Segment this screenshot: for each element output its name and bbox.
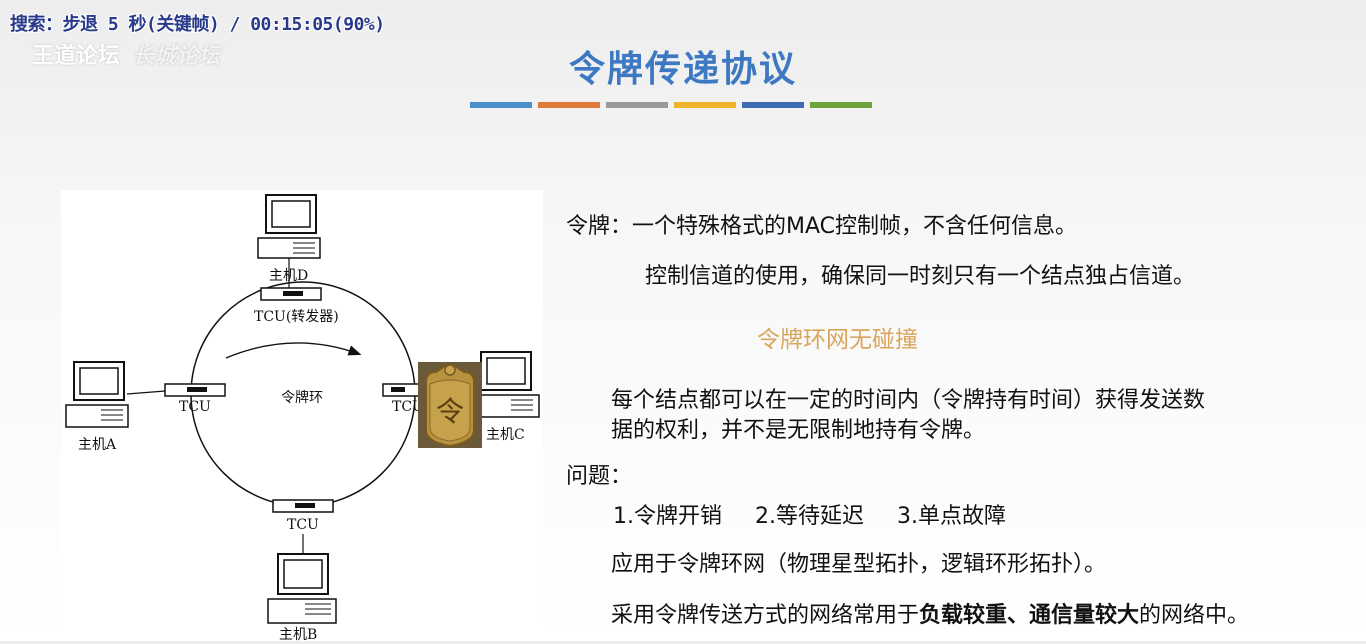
application-line: 应用于令牌环网（物理星型拓扑，逻辑环形拓扑）。 (611, 552, 1107, 577)
problems-list: 1.令牌开销 2.等待延迟 3.单点故障 (613, 498, 1032, 530)
label-host-d: 主机D (269, 268, 309, 284)
tcu-right-device-icon (382, 383, 424, 397)
label-tcu-bottom: TCU (287, 517, 319, 533)
tcu-left-device-icon (164, 383, 226, 397)
token-definition: 令牌：一个特殊格式的MAC控制帧，不含任何信息。 (566, 214, 1078, 239)
usage-line: 采用令牌传送方式的网络常用于负载较重、通信量较大的网络中。 (611, 597, 1249, 629)
highlight-no-collision: 令牌环网无碰撞 (757, 327, 918, 353)
tcu-bottom-device-icon (272, 499, 334, 513)
label-tcu-top: TCU(转发器) (254, 309, 339, 325)
problems-label: 问题： (566, 464, 633, 489)
slide-title: 令牌传递协议 (568, 49, 797, 90)
color-bar-2 (538, 102, 600, 108)
color-bar-3 (606, 102, 668, 108)
problem-item: 2.等待延迟 (755, 504, 864, 529)
color-bar-1 (470, 102, 532, 108)
token-medallion-image: 令 (418, 362, 482, 448)
usage-prefix: 采用令牌传送方式的网络常用于 (611, 603, 920, 628)
host-d-computer-icon (257, 194, 321, 259)
color-bar-5 (742, 102, 804, 108)
label-tcu-left: TCU (179, 399, 211, 415)
problem-item: 3.单点故障 (897, 504, 1006, 529)
label-token-ring: 令牌环 (281, 390, 323, 406)
problem-item: 1.令牌开销 (613, 504, 722, 529)
tcu-top-device-icon (260, 287, 322, 301)
color-bar-6 (810, 102, 872, 108)
token-purpose: 控制信道的使用，确保同一时刻只有一个结点独占信道。 (645, 264, 1196, 289)
holding-time-paragraph-line2: 据的权利，并不是无限制地持有令牌。 (611, 418, 986, 443)
ring-direction-arrow (225, 342, 362, 359)
label-host-a: 主机A (78, 437, 117, 453)
holding-time-paragraph-line1: 每个结点都可以在一定的时间内（令牌持有时间）获得发送数 (611, 388, 1206, 413)
host-a-computer-icon (65, 361, 129, 428)
usage-suffix: 的网络中。 (1139, 603, 1250, 628)
host-b-computer-icon (267, 553, 337, 624)
label-host-c: 主机C (486, 427, 525, 443)
label-host-b: 主机B (279, 627, 318, 643)
color-bar-4 (674, 102, 736, 108)
playback-status-overlay: 搜索：步退 5 秒(关键帧) / 00:15:05(90%) (10, 14, 385, 35)
host-c-computer-icon (476, 351, 540, 418)
usage-bold: 负载较重、通信量较大 (919, 603, 1140, 628)
title-color-bars (470, 102, 872, 108)
token-medallion-char: 令 (435, 395, 464, 428)
